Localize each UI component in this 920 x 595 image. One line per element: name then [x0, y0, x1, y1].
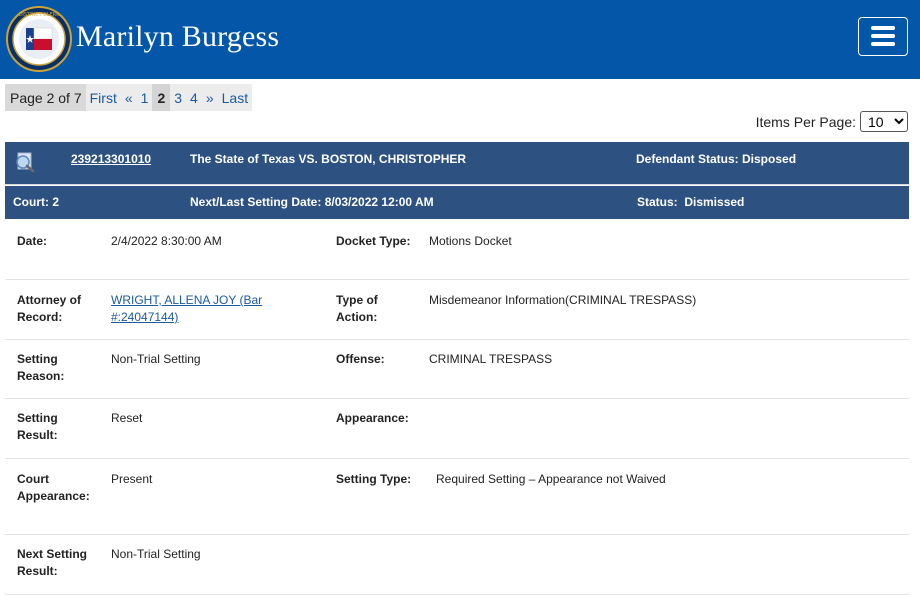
items-per-page-select[interactable]: 10 — [860, 111, 908, 132]
next-setting-result-label: Next Setting Result: — [17, 547, 88, 578]
items-per-page-label: Items Per Page: — [755, 113, 856, 130]
type-of-action-label: Type of Action: — [336, 293, 378, 324]
court-number: Court: 2 — [13, 195, 59, 209]
page-link-1[interactable]: 1 — [137, 84, 153, 111]
detail-row: Setting Result: Reset Appearance: — [5, 399, 909, 459]
date-label: Date: — [17, 234, 48, 248]
pagination: Page 2 of 7 First « 1 2 3 4 » Last — [5, 84, 253, 111]
svg-text:DISTRICT CLERK: DISTRICT CLERK — [19, 12, 61, 18]
setting-details: Date: 2/4/2022 8:30:00 AM Docket Type: M… — [5, 220, 909, 595]
docket-type-label: Docket Type: — [336, 234, 411, 248]
site-header: DISTRICT CLERK Marilyn Burgess — [0, 0, 920, 79]
offense-value: CRIMINAL TRESPASS — [429, 352, 553, 366]
next-page-link[interactable]: » — [202, 84, 218, 111]
site-title[interactable]: Marilyn Burgess — [76, 20, 279, 54]
detail-row: Setting Reason: Non-Trial Setting Offens… — [5, 340, 909, 399]
detail-row: Next Setting Result: Non-Trial Setting — [5, 535, 909, 595]
detail-row: Date: 2/4/2022 8:30:00 AM Docket Type: M… — [5, 220, 909, 280]
prev-page-link[interactable]: « — [121, 84, 137, 111]
case-number-link[interactable]: 239213301010 — [71, 152, 151, 166]
next-setting-result-value: Non-Trial Setting — [111, 547, 201, 561]
defendant-status: Defendant Status: Disposed — [636, 152, 797, 166]
page-link-4[interactable]: 4 — [186, 84, 202, 111]
page-links: First « 1 2 3 4 » Last — [85, 84, 253, 111]
setting-reason-label: Setting Reason: — [17, 352, 65, 383]
case-header: 239213301010 The State of Texas VS. BOST… — [5, 142, 909, 185]
setting-result-label: Setting Result: — [17, 411, 58, 442]
offense-label: Offense: — [336, 352, 385, 366]
setting-type-value: Required Setting – Appearance not Waived — [436, 472, 666, 486]
setting-type-label: Setting Type: — [336, 472, 412, 486]
first-page-link[interactable]: First — [86, 84, 121, 111]
case-style: The State of Texas VS. BOSTON, CHRISTOPH… — [190, 152, 467, 166]
page-link-3[interactable]: 3 — [170, 84, 186, 111]
detail-row: Court Appearance: Present Setting Type: … — [5, 459, 909, 535]
date-value: 2/4/2022 8:30:00 AM — [111, 234, 222, 248]
case-status: Status: Dismissed — [637, 195, 745, 209]
appearance-label: Appearance: — [336, 411, 409, 425]
next-setting-date: Next/Last Setting Date: 8/03/2022 12:00 … — [190, 195, 434, 209]
court-appearance-label: Court Appearance: — [17, 472, 90, 503]
hamburger-menu-button[interactable] — [858, 17, 908, 56]
docket-type-value: Motions Docket — [429, 234, 512, 248]
district-clerk-seal-icon[interactable]: DISTRICT CLERK — [6, 6, 72, 72]
setting-reason-value: Non-Trial Setting — [111, 352, 201, 366]
hamburger-bar — [871, 34, 895, 38]
last-page-link[interactable]: Last — [218, 84, 252, 111]
court-appearance-value: Present — [111, 472, 153, 486]
type-of-action-value: Misdemeanor Information(CRIMINAL TRESPAS… — [429, 293, 697, 307]
attorney-link[interactable]: WRIGHT, ALLENA JOY (Bar #:24047144) — [111, 292, 266, 326]
page-info: Page 2 of 7 — [5, 84, 86, 111]
hamburger-menu-icon — [871, 26, 895, 30]
attorney-label: Attorney of Record: — [17, 293, 81, 324]
items-per-page: Items Per Page: 10 — [756, 111, 908, 132]
case-subheader: Court: 2 Next/Last Setting Date: 8/03/20… — [5, 186, 909, 219]
detail-row: Attorney of Record: WRIGHT, ALLENA JOY (… — [5, 280, 909, 340]
magnifier-document-icon[interactable] — [13, 151, 35, 173]
setting-result-value: Reset — [111, 411, 143, 425]
current-page: 2 — [152, 84, 171, 111]
hamburger-bar — [871, 42, 895, 46]
